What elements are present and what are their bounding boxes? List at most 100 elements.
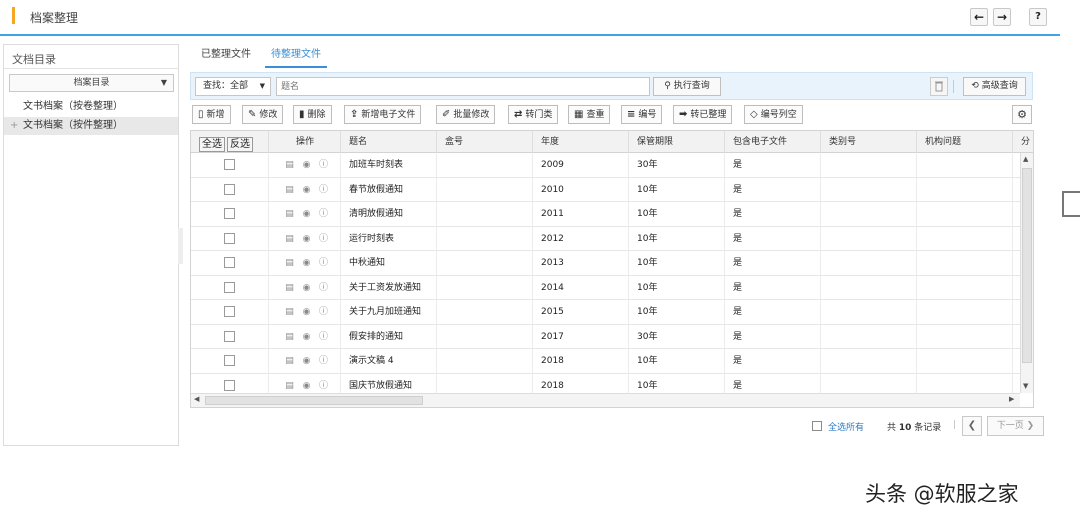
info-icon[interactable]: ⓘ	[315, 202, 332, 226]
row-checkbox[interactable]	[224, 379, 235, 391]
row-checkbox[interactable]	[224, 159, 235, 170]
eye-icon[interactable]: ◉	[298, 325, 315, 349]
select-all-pages-checkbox[interactable]	[812, 421, 822, 431]
trash-icon[interactable]: ▤	[281, 227, 298, 251]
invert-selection-button[interactable]: 反选	[227, 137, 253, 152]
table-row[interactable]: ▤ ◉ ⓘ 假安排的通知 2017 30年是	[191, 324, 1020, 349]
table-row[interactable]: ▤ ◉ ⓘ 加班车时刻表 2009 30年是	[191, 153, 1020, 178]
scroll-down-icon[interactable]: ▼	[1023, 382, 1028, 390]
number-button[interactable]: ≡ 编号	[621, 105, 663, 124]
row-checkbox[interactable]	[224, 355, 235, 366]
add-e-file-button[interactable]: ⇪ 新增电子文件	[344, 105, 422, 124]
info-icon[interactable]: ⓘ	[315, 227, 332, 251]
search-scope-select[interactable]: 查找：全部 ▼	[195, 77, 271, 96]
eye-icon[interactable]: ◉	[298, 349, 315, 373]
info-icon[interactable]: ⓘ	[315, 325, 332, 349]
table-row[interactable]: ▤ ◉ ⓘ 中秋通知 2013 10年是	[191, 251, 1020, 276]
info-icon[interactable]: ⓘ	[315, 349, 332, 373]
info-icon[interactable]: ⓘ	[315, 153, 332, 177]
row-checkbox[interactable]	[224, 330, 235, 342]
select-all-pages-label[interactable]: 全选所有	[828, 420, 864, 433]
column-header[interactable]: 操作	[269, 131, 341, 153]
edit-button[interactable]: ✎ 修改	[242, 105, 284, 124]
recycle-bin-button[interactable]	[930, 77, 948, 96]
eye-icon[interactable]: ◉	[298, 153, 315, 177]
pagination-divider: |	[953, 420, 957, 430]
eye-icon[interactable]: ◉	[298, 300, 315, 324]
scroll-right-icon[interactable]: ▶	[1009, 395, 1014, 403]
column-header[interactable]: 年度	[533, 131, 629, 153]
new-button[interactable]: ▯ 新增	[192, 105, 231, 124]
row-checkbox[interactable]	[224, 208, 235, 219]
row-checkbox[interactable]	[224, 232, 235, 244]
column-header[interactable]: 盒号	[437, 131, 533, 153]
change-category-button[interactable]: ⇄ 转门类	[508, 105, 559, 124]
trash-icon[interactable]: ▤	[281, 202, 298, 226]
column-header[interactable]: 分	[1013, 131, 1033, 153]
info-icon[interactable]: ⓘ	[315, 300, 332, 324]
row-checkbox[interactable]	[224, 257, 235, 268]
column-header[interactable]: 题名	[341, 131, 437, 153]
vertical-scrollbar[interactable]: ▲ ▼	[1020, 153, 1033, 393]
batch-edit-button[interactable]: ✐ 批量修改	[436, 105, 496, 124]
next-page-button[interactable]: 下一页 ❯	[987, 416, 1044, 436]
search-input[interactable]	[276, 77, 650, 96]
column-header[interactable]: 类别号	[821, 131, 917, 153]
delete-button[interactable]: ▮ 删除	[293, 105, 332, 124]
column-header[interactable]: 机构问题	[917, 131, 1013, 153]
previous-page-button[interactable]: ❮	[962, 416, 982, 436]
eye-icon[interactable]: ◉	[298, 251, 315, 275]
column-header[interactable]: 保管期限	[629, 131, 725, 153]
clear-number-button[interactable]: ◇ 编号列空	[744, 105, 803, 124]
info-icon[interactable]: ⓘ	[315, 178, 332, 202]
trash-icon[interactable]: ▤	[281, 276, 298, 300]
eye-icon[interactable]: ◉	[298, 374, 315, 394]
table-row[interactable]: ▤ ◉ ⓘ 演示文稿 4 2018 10年是	[191, 349, 1020, 374]
trash-icon[interactable]: ▤	[281, 300, 298, 324]
table-row[interactable]: ▤ ◉ ⓘ 关于工资发放通知 2014 10年是	[191, 275, 1020, 300]
expand-icon[interactable]: +	[10, 117, 18, 135]
table-row[interactable]: ▤ ◉ ⓘ 春节放假通知 2010 10年是	[191, 177, 1020, 202]
info-icon[interactable]: ⓘ	[315, 374, 332, 394]
move-organized-button[interactable]: ➡ 转已整理	[673, 105, 733, 124]
info-icon[interactable]: ⓘ	[315, 276, 332, 300]
eye-icon[interactable]: ◉	[298, 227, 315, 251]
row-checkbox[interactable]	[224, 306, 235, 317]
catalog-select[interactable]: 档案目录 ▼	[9, 74, 174, 92]
trash-icon[interactable]: ▤	[281, 374, 298, 394]
scroll-left-icon[interactable]: ◀	[194, 395, 199, 403]
help-icon[interactable]: ?	[1029, 8, 1047, 26]
run-query-button[interactable]: ⚲ 执行查询	[653, 77, 721, 96]
row-checkbox[interactable]	[224, 183, 235, 195]
tree-item-volume[interactable]: 文书档案（按卷整理）	[4, 98, 178, 116]
table-row[interactable]: ▤ ◉ ⓘ 运行时刻表 2012 10年是	[191, 226, 1020, 251]
forward-arrow-icon[interactable]: →	[993, 8, 1011, 26]
trash-icon[interactable]: ▤	[281, 251, 298, 275]
eye-icon[interactable]: ◉	[298, 202, 315, 226]
back-arrow-icon[interactable]: ←	[970, 8, 988, 26]
table-row[interactable]: ▤ ◉ ⓘ 清明放假通知 2011 10年是	[191, 202, 1020, 227]
table-row[interactable]: ▤ ◉ ⓘ 国庆节放假通知 2018 10年是	[191, 373, 1020, 394]
scroll-thumb[interactable]	[205, 396, 423, 405]
trash-icon[interactable]: ▤	[281, 349, 298, 373]
tab-organized[interactable]: 已整理文件	[195, 44, 257, 68]
trash-icon[interactable]: ▤	[281, 178, 298, 202]
panel-splitter[interactable]	[178, 228, 183, 264]
select-all-button[interactable]: 全选	[199, 137, 225, 152]
info-icon[interactable]: ⓘ	[315, 251, 332, 275]
row-checkbox[interactable]	[224, 281, 235, 293]
tree-item-piece[interactable]: + 文书档案（按件整理）	[4, 117, 178, 135]
table-row[interactable]: ▤ ◉ ⓘ 关于九月加班通知 2015 10年是	[191, 300, 1020, 325]
trash-icon[interactable]: ▤	[281, 325, 298, 349]
dedupe-button[interactable]: ▦ 查重	[568, 105, 611, 124]
eye-icon[interactable]: ◉	[298, 178, 315, 202]
gear-icon[interactable]: ⚙	[1012, 105, 1032, 124]
eye-icon[interactable]: ◉	[298, 276, 315, 300]
trash-icon[interactable]: ▤	[281, 153, 298, 177]
tab-pending[interactable]: 待整理文件	[265, 44, 327, 68]
horizontal-scrollbar[interactable]: ◀ ▶	[191, 393, 1020, 407]
scroll-up-icon[interactable]: ▲	[1023, 155, 1028, 163]
column-header[interactable]: 包含电子文件	[725, 131, 821, 153]
advanced-query-button[interactable]: ⟲ 高级查询	[963, 77, 1026, 96]
scroll-thumb[interactable]	[1022, 168, 1032, 363]
